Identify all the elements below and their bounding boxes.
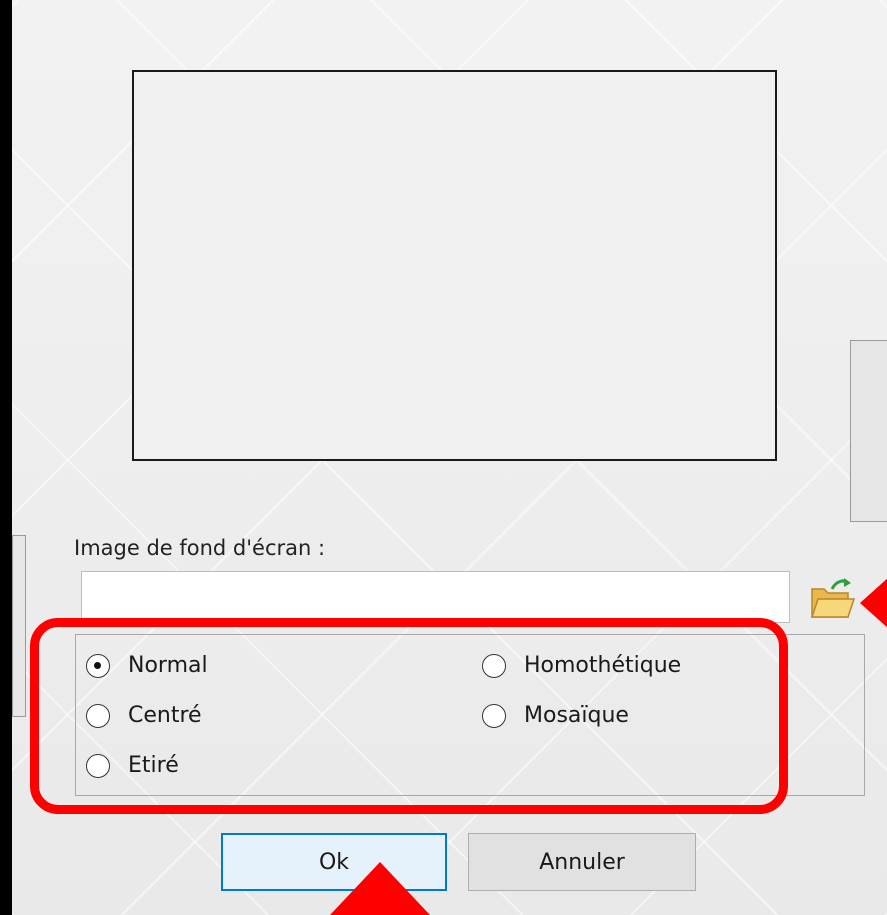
radio-etire[interactable]: Etiré bbox=[86, 753, 179, 778]
radio-normal-indicator bbox=[86, 653, 110, 678]
radio-mosaique-label: Mosaïque bbox=[524, 703, 629, 728]
background-panel-left bbox=[12, 535, 26, 717]
radio-centre-indicator bbox=[86, 703, 110, 728]
cancel-button[interactable]: Annuler bbox=[468, 833, 696, 891]
radio-mosaique[interactable]: Mosaïque bbox=[482, 703, 629, 728]
folder-open-icon[interactable] bbox=[808, 575, 858, 623]
background-panel-right bbox=[850, 340, 887, 522]
wallpaper-path-input[interactable] bbox=[81, 571, 790, 623]
radio-normal[interactable]: Normal bbox=[86, 653, 208, 678]
radio-homothetique[interactable]: Homothétique bbox=[482, 653, 681, 678]
radio-homothetique-label: Homothétique bbox=[524, 653, 682, 678]
display-mode-group: Normal Centré Etiré Homothétique Mosaïqu… bbox=[75, 634, 865, 796]
radio-normal-label: Normal bbox=[128, 653, 208, 678]
pointer-arrow-left-icon bbox=[860, 558, 887, 648]
radio-homothetique-indicator bbox=[482, 653, 506, 678]
radio-etire-label: Etiré bbox=[128, 753, 179, 778]
radio-centre-label: Centré bbox=[128, 703, 202, 728]
image-preview bbox=[132, 70, 777, 461]
pointer-arrow-up-icon bbox=[330, 862, 430, 915]
radio-centre[interactable]: Centré bbox=[86, 703, 202, 728]
radio-mosaique-indicator bbox=[482, 703, 506, 728]
wallpaper-path-label: Image de fond d'écran : bbox=[74, 536, 326, 560]
radio-etire-indicator bbox=[86, 753, 110, 778]
wallpaper-dialog: Image de fond d'écran : Normal Centré Et… bbox=[12, 0, 887, 915]
